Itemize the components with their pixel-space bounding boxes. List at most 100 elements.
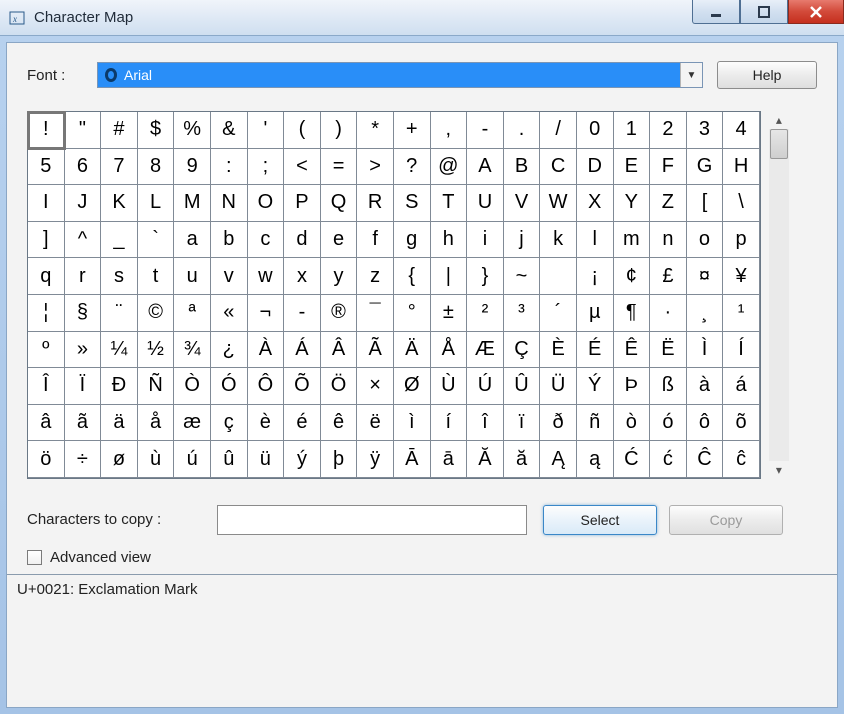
character-cell[interactable]: &: [211, 112, 248, 149]
character-cell[interactable]: ê: [321, 405, 358, 442]
character-cell[interactable]: w: [248, 258, 285, 295]
character-cell[interactable]: °: [394, 295, 431, 332]
character-cell[interactable]: £: [650, 258, 687, 295]
character-cell[interactable]: ú: [174, 441, 211, 478]
character-cell[interactable]: ;: [248, 149, 285, 186]
character-cell[interactable]: 0: [577, 112, 614, 149]
character-cell[interactable]: Â: [321, 332, 358, 369]
character-cell[interactable]: ): [321, 112, 358, 149]
character-cell[interactable]: t: [138, 258, 175, 295]
character-cell[interactable]: Z: [650, 185, 687, 222]
character-cell[interactable]: r: [65, 258, 102, 295]
character-cell[interactable]: §: [65, 295, 102, 332]
vertical-scrollbar[interactable]: ▴ ▾: [767, 111, 791, 479]
character-cell[interactable]: ë: [357, 405, 394, 442]
character-cell[interactable]: Õ: [284, 368, 321, 405]
character-cell[interactable]: Ą: [540, 441, 577, 478]
character-cell[interactable]: .: [504, 112, 541, 149]
character-cell[interactable]: A: [467, 149, 504, 186]
character-cell[interactable]: ç: [211, 405, 248, 442]
character-cell[interactable]: Ì: [687, 332, 724, 369]
character-cell[interactable]: ñ: [577, 405, 614, 442]
character-cell[interactable]: ¥: [723, 258, 760, 295]
character-cell[interactable]: ¹: [723, 295, 760, 332]
character-cell[interactable]: ©: [138, 295, 175, 332]
character-cell[interactable]: Ú: [467, 368, 504, 405]
minimize-button[interactable]: [692, 0, 740, 24]
character-cell[interactable]: c: [248, 222, 285, 259]
character-cell[interactable]: à: [687, 368, 724, 405]
character-cell[interactable]: 8: [138, 149, 175, 186]
character-cell[interactable]: ~: [504, 258, 541, 295]
character-cell[interactable]: 1: [614, 112, 651, 149]
character-cell[interactable]: Î: [28, 368, 65, 405]
character-cell[interactable]: í: [431, 405, 468, 442]
copy-button[interactable]: Copy: [669, 505, 783, 535]
character-cell[interactable]: j: [504, 222, 541, 259]
character-cell[interactable]: ì: [394, 405, 431, 442]
character-cell[interactable]: @: [431, 149, 468, 186]
character-cell[interactable]: ¾: [174, 332, 211, 369]
character-cell[interactable]: G: [687, 149, 724, 186]
character-cell[interactable]: ¸: [687, 295, 724, 332]
character-cell[interactable]: J: [65, 185, 102, 222]
character-cell[interactable]: ?: [394, 149, 431, 186]
character-cell[interactable]: ·: [650, 295, 687, 332]
character-cell[interactable]: L: [138, 185, 175, 222]
character-cell[interactable]: ą: [577, 441, 614, 478]
character-cell[interactable]: \: [723, 185, 760, 222]
character-cell[interactable]: 4: [723, 112, 760, 149]
character-cell[interactable]: º: [28, 332, 65, 369]
character-cell[interactable]: `: [138, 222, 175, 259]
character-cell[interactable]: S: [394, 185, 431, 222]
help-button[interactable]: Help: [717, 61, 817, 89]
scroll-down-icon[interactable]: ▾: [770, 461, 788, 479]
character-cell[interactable]: Ă: [467, 441, 504, 478]
character-cell[interactable]: U: [467, 185, 504, 222]
character-cell[interactable]: æ: [174, 405, 211, 442]
character-cell[interactable]: o: [687, 222, 724, 259]
character-cell[interactable]: Q: [321, 185, 358, 222]
character-cell[interactable]: É: [577, 332, 614, 369]
character-cell[interactable]: ²: [467, 295, 504, 332]
character-cell[interactable]: Ï: [65, 368, 102, 405]
character-cell[interactable]: ª: [174, 295, 211, 332]
character-cell[interactable]: Å: [431, 332, 468, 369]
character-cell[interactable]: Ê: [614, 332, 651, 369]
character-cell[interactable]: F: [650, 149, 687, 186]
font-combobox[interactable]: Arial ▼: [97, 62, 703, 88]
character-cell[interactable]: «: [211, 295, 248, 332]
maximize-button[interactable]: [740, 0, 788, 24]
character-cell[interactable]: 7: [101, 149, 138, 186]
character-cell[interactable]: f: [357, 222, 394, 259]
character-cell[interactable]: Ĉ: [687, 441, 724, 478]
character-cell[interactable]: 5: [28, 149, 65, 186]
character-cell[interactable]: W: [540, 185, 577, 222]
character-cell[interactable]: V: [504, 185, 541, 222]
character-cell[interactable]: O: [248, 185, 285, 222]
character-cell[interactable]: T: [431, 185, 468, 222]
character-cell[interactable]: m: [614, 222, 651, 259]
character-cell[interactable]: ®: [321, 295, 358, 332]
character-cell[interactable]: [540, 258, 577, 295]
character-cell[interactable]: 3: [687, 112, 724, 149]
character-cell[interactable]: x: [284, 258, 321, 295]
character-cell[interactable]: â: [28, 405, 65, 442]
character-cell[interactable]: ï: [504, 405, 541, 442]
character-cell[interactable]: ¢: [614, 258, 651, 295]
character-cell[interactable]: #: [101, 112, 138, 149]
character-cell[interactable]: Ó: [211, 368, 248, 405]
character-cell[interactable]: D: [577, 149, 614, 186]
character-cell[interactable]: ×: [357, 368, 394, 405]
character-cell[interactable]: ã: [65, 405, 102, 442]
character-cell[interactable]: 2: [650, 112, 687, 149]
character-cell[interactable]: ĉ: [723, 441, 760, 478]
character-cell[interactable]: ]: [28, 222, 65, 259]
character-cell[interactable]: +: [394, 112, 431, 149]
character-cell[interactable]: Đ: [101, 368, 138, 405]
character-cell[interactable]: Ñ: [138, 368, 175, 405]
character-cell[interactable]: ø: [101, 441, 138, 478]
character-cell[interactable]: î: [467, 405, 504, 442]
character-cell[interactable]: K: [101, 185, 138, 222]
character-cell[interactable]: Ø: [394, 368, 431, 405]
